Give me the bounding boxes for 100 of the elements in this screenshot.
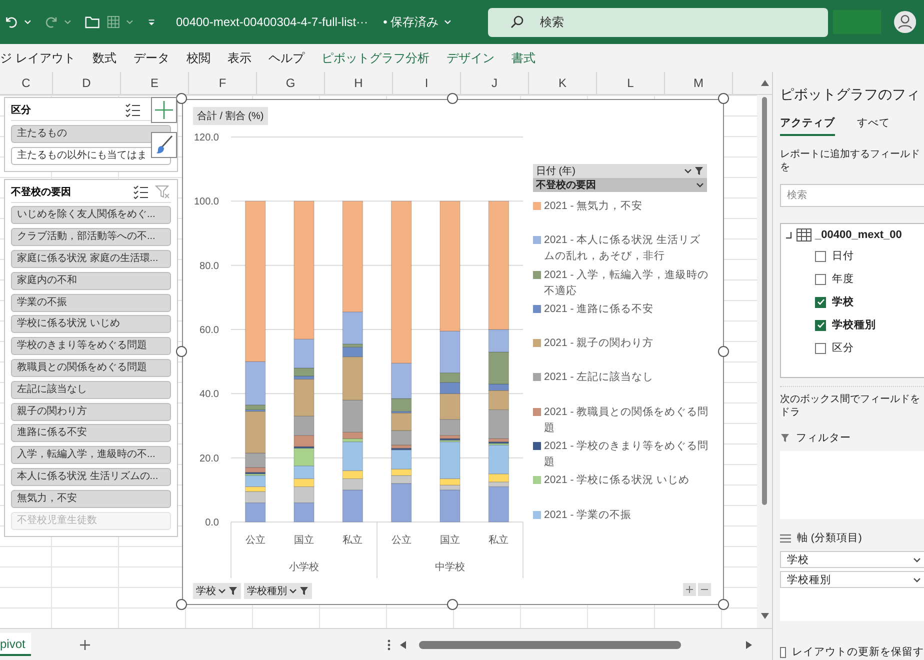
caret-icon[interactable] (913, 576, 921, 582)
field-label[interactable]: 年度 (832, 272, 854, 286)
redo-icon[interactable] (44, 14, 59, 30)
legend-field-button[interactable]: 不登校の要因 (533, 178, 707, 192)
field-label[interactable]: 学校種別 (832, 318, 876, 332)
column-header[interactable]: M (694, 76, 704, 90)
scroll-thumb[interactable] (762, 97, 767, 505)
column-header[interactable]: L (627, 76, 634, 90)
legend-field-button[interactable]: 日付 (年) (533, 164, 707, 178)
ribbon-tab[interactable]: 校閲 (186, 50, 210, 66)
slicer-item[interactable]: 学校に係る状況 いじめ (11, 315, 171, 334)
slicer-item[interactable]: 学校のきまり等をめぐる問題 (11, 337, 171, 356)
resize-handle[interactable] (718, 346, 729, 357)
checkbox[interactable] (780, 646, 786, 658)
column-header[interactable]: I (424, 76, 428, 90)
pane-tab[interactable]: アクティブ (780, 116, 835, 136)
category-label: 公立 (391, 535, 412, 546)
slicer-item[interactable]: 主たるもの (11, 124, 171, 143)
filter-icon[interactable] (228, 586, 238, 596)
multi-select-icon[interactable] (133, 184, 149, 199)
column-header[interactable]: F (218, 76, 226, 90)
slicer-item[interactable]: いじめを除く友人関係をめぐ... (11, 206, 171, 224)
ribbon-tab[interactable]: ヘルプ (268, 50, 304, 66)
more-icon[interactable] (387, 638, 392, 650)
column-header[interactable]: D (82, 76, 91, 90)
caret-icon[interactable] (913, 556, 921, 562)
slicer-item[interactable]: 進路に係る不安 (11, 424, 171, 442)
slicer-item[interactable]: 本人に係る状況 生活リズムの... (11, 468, 171, 486)
avatar-icon[interactable] (894, 10, 916, 34)
scroll-down-icon[interactable] (760, 612, 770, 620)
plus-icon[interactable] (151, 97, 177, 123)
axis-field-button[interactable]: 学校 (193, 583, 241, 599)
column-header[interactable]: J (492, 76, 498, 90)
ribbon-tab[interactable]: 表示 (227, 50, 252, 66)
multi-select-icon[interactable] (125, 103, 141, 117)
brush-icon[interactable] (151, 132, 177, 158)
collapse-marker-icon[interactable] (785, 231, 793, 239)
scroll-up-icon[interactable] (760, 79, 770, 87)
folder-icon[interactable] (84, 14, 101, 30)
column-header[interactable]: K (558, 76, 566, 90)
instruction-text: レポートに追加するフィールドを (780, 148, 921, 174)
axis-field-dropdown[interactable]: 学校 (780, 551, 924, 568)
column-header[interactable]: C (22, 76, 30, 90)
slicer-item[interactable]: クラブ活動，部活動等への不... (11, 228, 171, 246)
filter-icon[interactable] (694, 166, 704, 176)
checkbox[interactable] (815, 296, 826, 308)
caret-icon[interactable] (289, 588, 297, 594)
axis-field-button[interactable]: 学校種別 (244, 583, 312, 599)
slicer-title: 区分 (11, 104, 32, 117)
checkbox-label[interactable]: レイアウトの更新を保留す (792, 645, 924, 659)
column-header[interactable]: G (286, 76, 296, 90)
checkbox[interactable] (815, 320, 826, 330)
slicer-item[interactable]: 教職員との関係をめぐる問題 (11, 358, 171, 377)
slicer-item[interactable]: 家庭内の不和 (11, 272, 171, 290)
caret-icon[interactable] (218, 588, 226, 594)
add-sheet-icon[interactable] (79, 638, 92, 650)
axis-field-dropdown[interactable]: 学校種別 (780, 571, 924, 588)
slicer-item[interactable]: 学業の不振 (11, 294, 171, 312)
field-label[interactable]: 日付 (832, 249, 854, 263)
resize-handle[interactable] (176, 599, 187, 610)
field-label[interactable]: 区分 (832, 341, 854, 355)
checkbox[interactable] (815, 250, 826, 262)
slicer-item[interactable]: 主たるもの以外にも当てはま (11, 146, 171, 165)
ribbon-tab[interactable]: ジ レイアウト (0, 50, 76, 66)
sheet-tab[interactable]: pivot (0, 633, 32, 656)
column-header[interactable]: H (354, 76, 363, 90)
ribbon-tab[interactable]: データ (133, 50, 170, 66)
grid-icon[interactable] (106, 14, 121, 30)
axis-tick-label: 120.0 (194, 132, 219, 144)
slicer-item[interactable]: 左記に該当なし (11, 380, 171, 399)
scroll-left-icon[interactable] (399, 640, 408, 650)
ribbon-tab[interactable]: ピボットグラフ分析 (321, 50, 430, 66)
value-field-button[interactable]: 合計 / 割合 (%) (193, 107, 268, 125)
scroll-thumb[interactable] (419, 640, 682, 648)
save-status[interactable]: • 保存済み (383, 14, 439, 30)
checkbox[interactable] (815, 342, 826, 354)
ribbon-tab[interactable]: 書式 (511, 50, 536, 66)
slicer-item[interactable]: 入学，転編入学，進級時の不... (11, 446, 171, 464)
undo-icon[interactable] (4, 14, 19, 30)
legend-label: 2021 - 本人に係る状況 生活リズムの乱れ，あそび，非行 (544, 233, 702, 264)
ribbon-tab[interactable]: 数式 (92, 50, 116, 66)
category-group-label: 中学校 (435, 562, 465, 573)
slicer-item[interactable]: 無気力，不安 (11, 490, 171, 508)
resize-handle[interactable] (447, 599, 458, 610)
scroll-right-icon[interactable] (745, 640, 754, 650)
collapse-icon[interactable] (698, 583, 711, 596)
slicer-item[interactable]: 親子の関わり方 (11, 402, 171, 421)
field-label[interactable]: 学校 (832, 295, 854, 309)
checkbox[interactable] (815, 274, 826, 284)
search-field[interactable]: 検索 (780, 184, 924, 207)
column-header[interactable]: E (150, 76, 158, 90)
axis-drop-area[interactable]: 学校 学校種別 (780, 551, 924, 621)
resize-handle[interactable] (718, 599, 729, 610)
filter-icon[interactable] (299, 586, 309, 596)
search-field[interactable]: 検索 (488, 8, 828, 36)
expand-icon[interactable] (683, 583, 696, 596)
file-name[interactable]: 00400-mext-00400304-4-7-full-list··· (176, 15, 368, 29)
ribbon-tab[interactable]: デザイン (446, 50, 494, 66)
slicer-item[interactable]: 家庭に係る状況 家庭の生活環... (11, 250, 171, 268)
pane-tab[interactable]: すべて (857, 116, 890, 136)
